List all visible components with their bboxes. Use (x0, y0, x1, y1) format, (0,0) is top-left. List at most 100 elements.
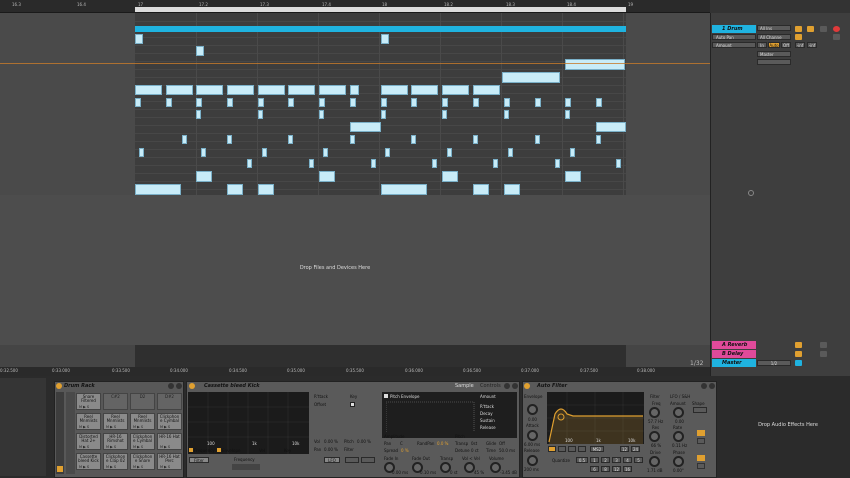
master-level-chooser[interactable]: 1/2 (757, 360, 791, 366)
quantize-step-button[interactable]: 2 (601, 457, 610, 463)
drum-pad-mute-play-solo[interactable]: M ▶ S (106, 445, 116, 449)
randpan-value[interactable]: 0.0 % (437, 441, 448, 446)
phase-knob[interactable] (673, 456, 684, 467)
midi-note[interactable] (350, 122, 381, 132)
drum-pad-mute-play-solo[interactable]: M ▶ S (79, 465, 89, 469)
midi-note-editor[interactable] (135, 13, 626, 195)
drum-pad-mute-play-solo[interactable]: M ▶ S (160, 425, 170, 429)
midi-note[interactable] (196, 171, 212, 182)
midi-note[interactable] (565, 110, 570, 119)
midi-note[interactable] (258, 184, 274, 195)
midi-clip-header[interactable] (135, 26, 626, 32)
attack-knob[interactable] (527, 430, 538, 441)
drum-pad[interactable]: HR-16 Rimshot M ▶ S (103, 433, 128, 450)
detune-value[interactable]: 0 ct (471, 448, 479, 453)
monitor-off-button[interactable]: Off (781, 42, 791, 48)
quantize-step-button[interactable]: 16 (623, 466, 632, 472)
track-reverb[interactable]: A Reverb (712, 341, 756, 349)
drum-pad[interactable]: Clickphon e Cymbal M ▶ S (130, 433, 155, 450)
drum-pad-mute-play-solo[interactable]: M ▶ S (133, 445, 143, 449)
drum-pad[interactable]: C#2 (103, 393, 128, 410)
notch-button[interactable] (578, 446, 586, 452)
midi-note[interactable] (473, 184, 489, 195)
drum-rack-fold-icon[interactable] (176, 383, 182, 389)
quantize-step-button[interactable]: 5 (634, 457, 643, 463)
drum-pad[interactable]: Clickphon e Clap 02 M ▶ S (103, 453, 128, 470)
midi-note[interactable] (596, 135, 601, 144)
quantize-step-button[interactable]: 1 (590, 457, 599, 463)
midi-note[interactable] (493, 159, 498, 168)
track-delay[interactable]: B Delay (712, 350, 756, 358)
quantize-step-button[interactable]: 4 (623, 457, 632, 463)
midi-note[interactable] (447, 148, 452, 157)
quantize-step-button[interactable]: 12 (612, 466, 621, 472)
track-drum-rack[interactable]: 1 Drum Rack (712, 25, 756, 40)
midi-note[interactable] (381, 98, 387, 107)
midi-note[interactable] (166, 98, 172, 107)
slope-12-button[interactable]: 12 (620, 446, 629, 452)
midi-note[interactable] (196, 110, 201, 119)
drum-pad[interactable]: Reel Mnmlists M ▶ S (76, 413, 101, 430)
drum-pad[interactable]: HR-16 Hat M ▶ S (157, 433, 182, 450)
sampler-power-icon[interactable] (189, 383, 195, 389)
quantize-value[interactable]: 0.5 (576, 457, 588, 463)
drum-pad-mute-play-solo[interactable]: M ▶ S (79, 425, 89, 429)
midi-note[interactable] (432, 159, 437, 168)
drum-pad[interactable]: HR-16 Hat Perc M ▶ S (157, 453, 182, 470)
pitch-value[interactable]: 0.00 % (357, 439, 371, 444)
midi-note[interactable] (596, 98, 602, 107)
frequency-checkbox[interactable] (189, 448, 193, 452)
drum-rack-chain-strip[interactable] (56, 392, 64, 474)
midi-note[interactable] (288, 98, 294, 107)
master-activator[interactable] (795, 360, 802, 366)
arm-button[interactable] (833, 26, 840, 32)
spread-value[interactable]: 0 % (401, 448, 409, 453)
quantize-step-button[interactable]: 6 (590, 466, 599, 472)
transp-value[interactable]: 0st (471, 441, 477, 446)
drum-pad-mute-play-solo[interactable]: M ▶ S (160, 465, 170, 469)
midi-note[interactable] (442, 85, 469, 95)
crossfade-button[interactable] (833, 34, 840, 40)
midi-note[interactable] (166, 85, 193, 95)
midi-note[interactable] (309, 159, 314, 168)
quantize-step-button[interactable]: 8 (601, 466, 610, 472)
midi-note[interactable] (350, 98, 356, 107)
midi-note[interactable] (323, 148, 328, 157)
input-channel-chooser[interactable]: All Channe (757, 34, 791, 40)
monitor-auto-button[interactable]: Auto (768, 42, 780, 48)
midi-note[interactable] (258, 98, 264, 107)
drum-pad[interactable]: Clickphon e Cymbal M ▶ S (157, 413, 182, 430)
drum-rack-pad-overview[interactable] (66, 392, 75, 474)
monitor-in-button[interactable]: In (757, 42, 767, 48)
midi-note[interactable] (504, 110, 509, 119)
drum-pad-mute-play-solo[interactable]: M ▶ S (160, 445, 170, 449)
drum-pad[interactable]: Reel Mnmlists M ▶ S (130, 413, 155, 430)
lfo-spin-button[interactable] (697, 463, 705, 469)
drum-pad-mute-play-solo[interactable]: M ▶ S (79, 445, 89, 449)
midi-note[interactable] (504, 184, 520, 195)
midi-note[interactable] (381, 184, 427, 195)
envelope-checkbox[interactable] (217, 448, 221, 452)
autofilter-power-icon[interactable] (524, 383, 530, 389)
output-chooser[interactable]: Master (757, 51, 791, 57)
midi-note[interactable] (135, 98, 141, 107)
midi-note[interactable] (262, 148, 267, 157)
drum-pad[interactable]: D2 (130, 393, 155, 410)
track-activator-2[interactable] (795, 34, 802, 40)
delay-solo[interactable] (820, 351, 827, 357)
fold-icon[interactable] (748, 190, 754, 196)
drum-pad[interactable]: Snare Filtered M ▶ S (76, 393, 101, 410)
midi-note[interactable] (227, 184, 243, 195)
autofilter-save-icon[interactable] (701, 383, 707, 389)
tab-sample[interactable]: Sample (455, 383, 474, 389)
midi-note[interactable] (381, 34, 389, 44)
midi-note[interactable] (381, 110, 386, 119)
quantize-step-button[interactable]: 3 (612, 457, 621, 463)
midi-note[interactable] (319, 110, 324, 119)
midi-note[interactable] (411, 98, 417, 107)
midi-note[interactable] (565, 171, 581, 182)
drum-pad[interactable]: D#2 (157, 393, 182, 410)
drop-audio-effects-hint[interactable]: Drop Audio Effects Here (728, 422, 848, 428)
midi-note[interactable] (227, 98, 233, 107)
reverb-solo[interactable] (820, 342, 827, 348)
